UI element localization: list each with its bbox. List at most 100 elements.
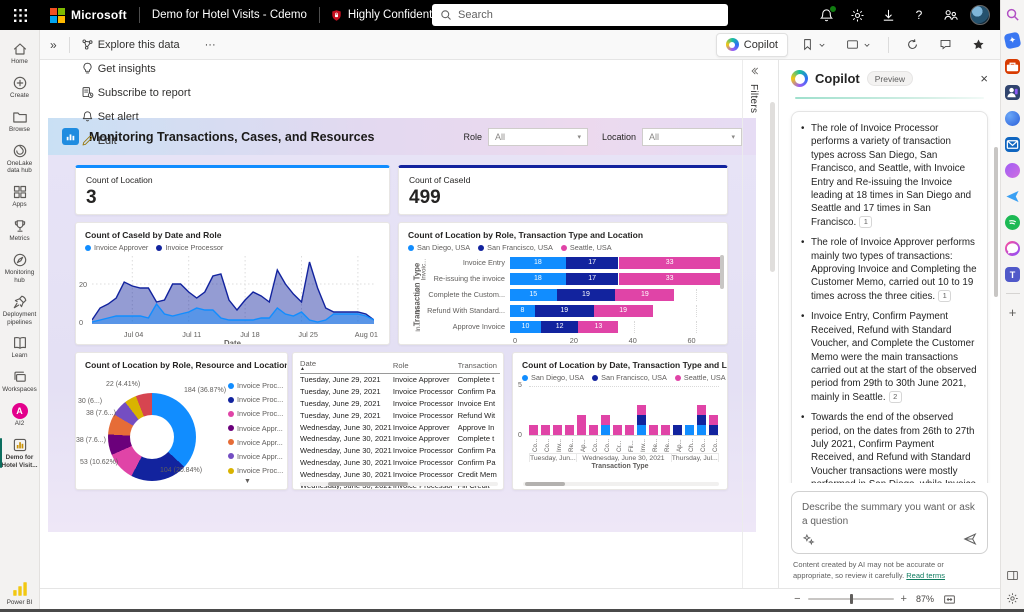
legend-item[interactable]: Invoice Approver	[85, 243, 148, 252]
bar-segment[interactable]: 19	[594, 305, 653, 317]
user-avatar[interactable]	[970, 5, 990, 25]
column-chart-card[interactable]: Count of Location by Date, Transaction T…	[512, 352, 728, 490]
report-scrollbar[interactable]	[770, 60, 776, 591]
bar-row[interactable]: Approve Invoice101213	[422, 320, 727, 333]
column-header-role[interactable]: Role	[393, 358, 458, 374]
table-horizontal-scrollbar[interactable]	[300, 482, 498, 486]
legend-item[interactable]: Seattle, USA	[675, 373, 726, 382]
bar-segment[interactable]: 33	[619, 273, 721, 285]
send-icon[interactable]	[1005, 189, 1020, 204]
bar-segment[interactable]: 13	[578, 321, 618, 333]
sidebar-item-browse[interactable]: Browse	[0, 104, 40, 138]
column-stack[interactable]	[637, 405, 646, 435]
zoom-out-button[interactable]: −	[794, 593, 800, 605]
zoom-slider[interactable]	[808, 598, 894, 600]
toolbar-subscribe-to-report-button[interactable]: Subscribe to report	[74, 81, 198, 105]
search-icon[interactable]	[1005, 7, 1020, 22]
bar-segment[interactable]: 19	[535, 305, 594, 317]
comments-button[interactable]	[932, 33, 959, 57]
column-stack[interactable]	[709, 415, 718, 435]
suggestions-sparkle-icon[interactable]	[802, 533, 815, 546]
table-visual-card[interactable]: Date▲RoleTransaction Tuesday, June 29, 2…	[292, 352, 504, 490]
toolbar-explore-this-data-button[interactable]: Explore this data	[74, 33, 198, 57]
copilot-toggle-button[interactable]: Copilot	[716, 33, 788, 57]
global-search-input[interactable]: Search	[432, 4, 728, 26]
column-segment[interactable]	[709, 415, 718, 425]
bar-segment[interactable]: 15	[510, 289, 557, 301]
column-stack[interactable]	[673, 425, 682, 435]
legend-item[interactable]: Invoice Appr...	[228, 452, 283, 461]
fit-to-page-icon[interactable]	[943, 593, 956, 606]
column-segment[interactable]	[637, 425, 646, 435]
column-segment[interactable]	[529, 425, 538, 435]
chart-scrollbar[interactable]	[720, 255, 724, 289]
column-stack[interactable]	[541, 425, 550, 435]
sidebar-item-onelake-data-hub[interactable]: OneLake data hub	[0, 138, 40, 180]
zoom-in-button[interactable]: +	[901, 593, 907, 605]
purpleapp-icon[interactable]	[1005, 163, 1020, 178]
bar-segment[interactable]: 8	[510, 305, 535, 317]
bar-segment[interactable]: 18	[510, 273, 566, 285]
download-icon[interactable]	[877, 4, 899, 26]
table-row[interactable]: Tuesday, June 29, 2021Invoice ProcessorR…	[300, 409, 500, 421]
column-segment[interactable]	[577, 415, 586, 435]
column-header-transaction[interactable]: Transaction	[458, 358, 500, 374]
column-segment[interactable]	[589, 425, 598, 435]
column-stack[interactable]	[601, 415, 610, 435]
column-segment[interactable]	[613, 425, 622, 435]
bar-row[interactable]: Invoice Entry181733	[422, 256, 727, 269]
bar-segment[interactable]: 19	[615, 289, 674, 301]
column-segment[interactable]	[697, 405, 706, 415]
more-options-button[interactable]: ···	[198, 33, 223, 57]
column-stack[interactable]	[661, 425, 670, 435]
panel-icon[interactable]	[1006, 569, 1019, 582]
sidebar-item-apps[interactable]: Apps	[0, 179, 40, 213]
sidebar-item-demo-for-hotel-visit[interactable]: Demo for Hotel Visit...	[0, 432, 40, 474]
column-stack[interactable]	[685, 425, 694, 435]
people-icon[interactable]	[1005, 85, 1020, 100]
legend-item[interactable]: Invoice Appr...	[228, 424, 283, 433]
bar-segment[interactable]: 10	[510, 321, 541, 333]
column-segment[interactable]	[637, 415, 646, 425]
blueapp-icon[interactable]	[1005, 111, 1020, 126]
toolbar-edit-button[interactable]: Edit	[74, 129, 198, 153]
legend-more-icon[interactable]: ▼	[244, 478, 251, 485]
column-segment[interactable]	[565, 425, 574, 435]
column-stack[interactable]	[697, 405, 706, 435]
bar-row[interactable]: Complete the Custom...151919	[422, 288, 727, 301]
legend-item[interactable]: Invoice Appr...	[228, 438, 283, 447]
tag-icon[interactable]: ✦	[1004, 32, 1022, 50]
citation-chip[interactable]: 1	[859, 216, 872, 228]
column-stack[interactable]	[625, 425, 634, 435]
kpi-card-count-of-location[interactable]: Count of Location 3	[75, 165, 390, 215]
bar-segment[interactable]: 18	[510, 257, 566, 269]
bar-segment[interactable]: 17	[566, 273, 619, 285]
column-stack[interactable]	[553, 425, 562, 435]
stacked-bar-chart-card[interactable]: Count of Location by Role, Transaction T…	[398, 222, 728, 345]
legend-item[interactable]: Invoice Processor	[156, 243, 223, 252]
settings-gear-icon[interactable]	[846, 4, 868, 26]
column-stack[interactable]	[577, 415, 586, 435]
legend-item[interactable]: San Diego, USA	[522, 373, 584, 382]
bar-row[interactable]: Re-issuing the invoice181733	[422, 272, 727, 285]
copilot-scrollbar[interactable]	[994, 147, 998, 297]
mail-icon[interactable]	[1005, 137, 1020, 152]
column-stack[interactable]	[565, 425, 574, 435]
column-segment[interactable]	[697, 415, 706, 425]
feedback-icon[interactable]	[939, 4, 961, 26]
sidebar-item-monitoring-hub[interactable]: Monitoring hub	[0, 247, 40, 289]
area-series[interactable]	[92, 256, 374, 324]
legend-item[interactable]: San Francisco, USA	[478, 243, 553, 252]
bar-segment[interactable]: 33	[619, 257, 721, 269]
area-chart-card[interactable]: Count of CaseId by Date and Role Invoice…	[75, 222, 390, 345]
table-row[interactable]: Wednesday, June 30, 2021Invoice Processo…	[300, 468, 500, 480]
column-segment[interactable]	[553, 425, 562, 435]
column-header-date[interactable]: Date▲	[300, 358, 393, 374]
location-filter-dropdown[interactable]: All▾	[642, 128, 742, 146]
refresh-button[interactable]	[899, 33, 926, 57]
toolbox-icon[interactable]	[1005, 59, 1020, 74]
column-segment[interactable]	[697, 425, 706, 435]
bar-segment[interactable]: 19	[557, 289, 616, 301]
expand-pane-icon[interactable]	[749, 66, 759, 76]
legend-item[interactable]: Invoice Proc...	[228, 466, 283, 475]
